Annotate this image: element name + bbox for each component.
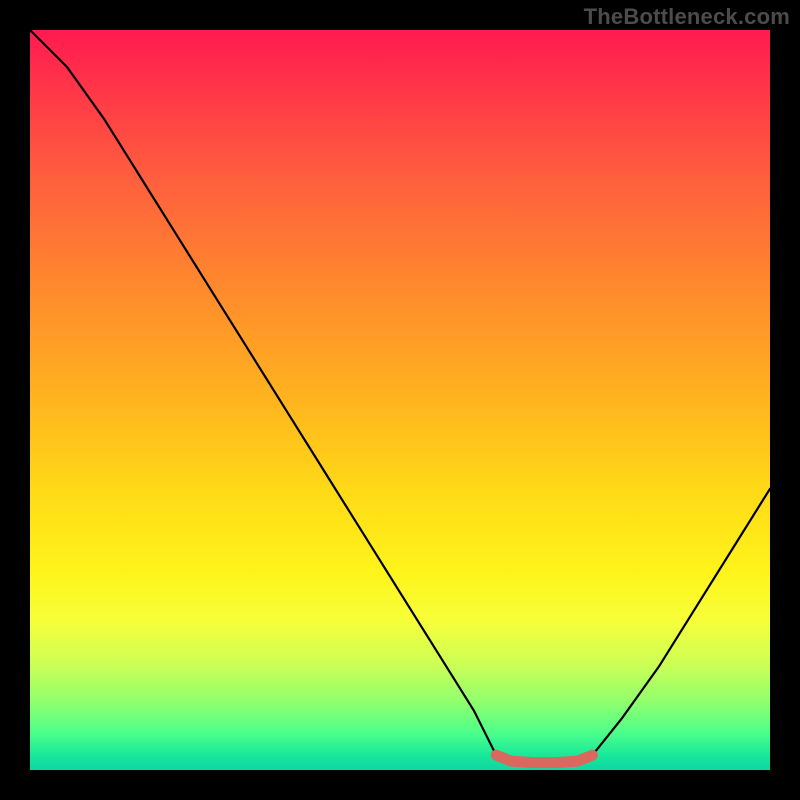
bottleneck-curve bbox=[30, 30, 770, 763]
plot-area bbox=[30, 30, 770, 770]
chart-frame: TheBottleneck.com bbox=[0, 0, 800, 800]
optimal-range-highlight bbox=[496, 755, 592, 762]
watermark-text: TheBottleneck.com bbox=[584, 4, 790, 30]
curve-layer bbox=[30, 30, 770, 770]
